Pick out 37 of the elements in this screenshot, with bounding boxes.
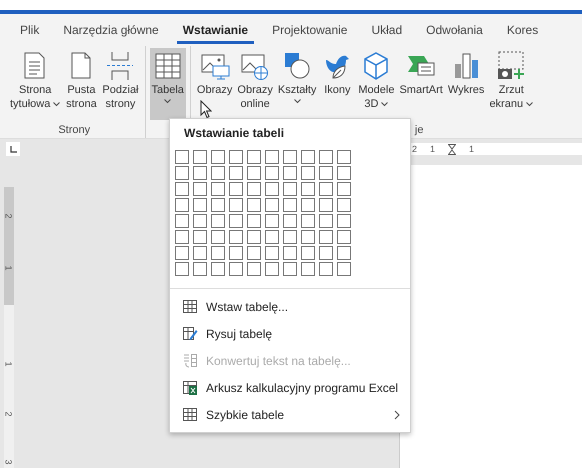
ruler-number: 1 [4, 362, 14, 366]
spreadsheet-icon [182, 380, 198, 396]
ruler-number: 1 [4, 266, 14, 270]
convert-text-icon [182, 352, 198, 368]
ribbon-button[interactable]: Kształty [276, 48, 318, 120]
table-icon [182, 298, 198, 314]
ribbon-tab[interactable]: Układ [365, 16, 408, 44]
ribbon-button[interactable]: Podział strony [100, 48, 140, 120]
ribbon-tab[interactable]: Narzędzia główne [57, 16, 165, 44]
ribbon-button[interactable]: Tabela [150, 48, 186, 120]
menu-item[interactable]: Rysuj tabelę [170, 320, 410, 347]
ruler-number: 3 [4, 460, 14, 464]
ruler-number: 1 [469, 144, 474, 154]
pencil-table-icon [182, 326, 198, 342]
ribbon-tab[interactable]: Kores [500, 16, 544, 44]
menu-title: Wstawianie tabeli [183, 125, 286, 142]
ruler-number: 1 [430, 144, 436, 154]
ruler-number: 2 [4, 214, 14, 218]
ribbon-button[interactable]: Pusta strona [63, 48, 100, 120]
ribbon-button[interactable]: Modele 3D [356, 48, 396, 120]
menu-item[interactable]: Arkusz kalkulacyjny programu Excel [170, 374, 410, 401]
group-label: Strony [58, 124, 90, 136]
ribbon-tab[interactable]: Plik [14, 16, 46, 44]
ruler-number: 2 [412, 144, 418, 154]
group-label: je [414, 124, 424, 136]
table-icon [182, 406, 198, 422]
menu-item[interactable]: Szybkie tabele [170, 401, 410, 428]
ribbon-button[interactable]: Wykres [446, 48, 486, 120]
ribbon-tab[interactable]: Odwołania [420, 16, 489, 44]
indent-marker-icon[interactable] [448, 144, 456, 154]
ribbon-button[interactable]: Zrzut ekranu [487, 48, 536, 120]
ribbon-tab[interactable]: Projektowanie [266, 16, 354, 44]
menu-item[interactable]: Wstaw tabelę... [170, 293, 410, 320]
ribbon-button[interactable]: Strona tytułowa [8, 48, 62, 120]
ruler-number: 2 [4, 412, 14, 416]
ribbon-button[interactable]: SmartArt [397, 48, 445, 120]
tab-stop-icon[interactable] [10, 146, 16, 152]
